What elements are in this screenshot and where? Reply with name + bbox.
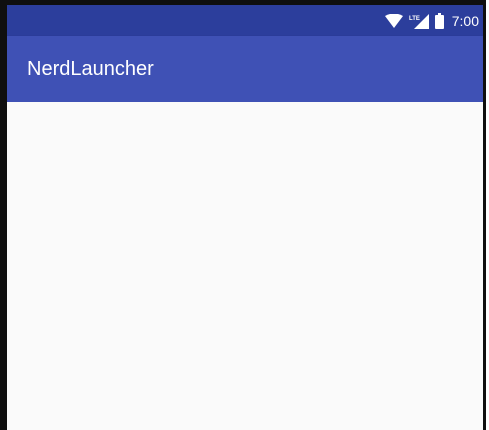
screenshot: LTE 7:00 NerdLauncher [0, 0, 489, 430]
status-icons: LTE 7:00 [384, 5, 479, 36]
status-clock: 7:00 [451, 12, 479, 29]
status-bar: LTE 7:00 [7, 5, 483, 36]
phone-screen: LTE 7:00 NerdLauncher [0, 0, 486, 430]
app-title: NerdLauncher [27, 58, 154, 80]
battery-icon [434, 12, 444, 29]
cellular-signal-icon: LTE [409, 13, 429, 29]
app-list-area[interactable] [7, 102, 483, 430]
wifi-icon [384, 13, 403, 28]
app-bar: NerdLauncher [7, 36, 483, 102]
network-type-label: LTE [409, 16, 420, 22]
